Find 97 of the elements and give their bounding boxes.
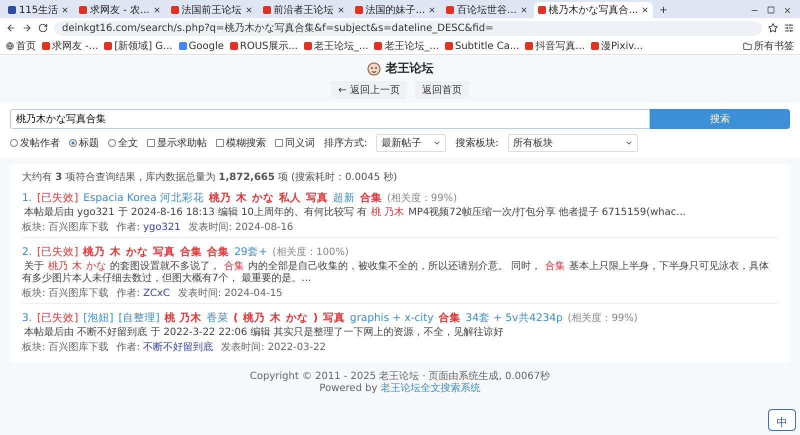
- site-favicon-icon: [354, 6, 363, 14]
- bookmark-item[interactable]: [新领域] G...: [104, 39, 173, 53]
- folder-icon: [743, 42, 752, 50]
- site-favicon-icon: [104, 42, 112, 50]
- board-meta: 板块: 百兴图库下载: [22, 286, 109, 300]
- close-tab-icon[interactable]: [336, 6, 345, 14]
- forward-icon[interactable]: [22, 23, 32, 33]
- maximize-icon[interactable]: [767, 6, 775, 14]
- ime-indicator[interactable]: 中: [768, 409, 796, 431]
- bookmark-item[interactable]: 抖音写真...: [525, 39, 585, 53]
- result-snippet: 本帖最后由 ygo321 于 2024-8-16 18:13 编辑 10上周年的、有何比较写 有 桃 乃木 MP4视频72帧压缩一次/打包分享 他者提子 6715159(whac...: [23, 207, 687, 219]
- author-meta: 作者: ZCxC: [116, 286, 170, 300]
- search-input[interactable]: 桃乃木かな写真合集: [10, 109, 650, 129]
- back-icon[interactable]: [6, 23, 16, 33]
- site-favicon-icon: [538, 6, 546, 14]
- site-favicon-icon: [590, 42, 599, 50]
- bookmark-item[interactable]: 漫Pixiv...: [590, 39, 643, 53]
- result-title[interactable]: 3. [已失效] [泡妞] [自整理] 桃 乃木 香菜 ( 桃乃 木 かな ) 写真 graphis + x-city 合集 34套 + 5v共4234p (相关度：99%): [22, 311, 778, 326]
- browser-tab[interactable]: 法国前王论坛: [166, 2, 257, 18]
- reload-icon[interactable]: [38, 23, 48, 33]
- sort-label: 排序方式:: [324, 136, 368, 150]
- browser-tab[interactable]: 桃乃木かな写真合...: [534, 2, 654, 18]
- bookmark-item[interactable]: 首页: [6, 39, 36, 53]
- site-favicon-icon: [8, 6, 16, 14]
- result-snippet: 本帖最后由 不断不好留到底 于 2022-3-22 22:06 编辑 其实只是整理了一下网上的资源，不全，见解往谅好: [23, 327, 505, 339]
- powered-by-text: Powered by 老王论坛全文搜索系统: [319, 383, 481, 395]
- board-label: 搜索板块:: [455, 136, 499, 150]
- chevron-down-icon: [433, 139, 442, 147]
- checkbox[interactable]: [275, 139, 283, 147]
- browser-tab[interactable]: 前沿者王论坛: [258, 2, 349, 18]
- radio-label: 标题: [79, 136, 99, 150]
- result-snippet: 关于 桃乃 木 かな 的套图设置就不多说了， 合集 内的全部是自己收集的，被收集不全的，所以还请别介意。 同时， 合集 基本上只限上半身，下半身只可见泳衣，具体有多少图片本人未仔细去数过，但图大概有7个， 最重要的是。...: [22, 261, 770, 285]
- result-title[interactable]: 1. [已失效] Espacia Korea 河北彩花 桃乃 木 かな 私人 写真 超新 合集 (相关度：99%): [22, 191, 778, 206]
- checkbox-label: 同义词: [285, 136, 315, 150]
- board-dropdown[interactable]: 所有板块: [508, 134, 638, 152]
- bookmark-item[interactable]: Google: [178, 40, 224, 52]
- nav-link[interactable]: 返回首页: [414, 81, 469, 99]
- new-tab-button[interactable]: +: [655, 2, 672, 18]
- radio-button[interactable]: [10, 139, 18, 147]
- browser-tab[interactable]: 115生活: [4, 2, 74, 18]
- nav-link[interactable]: ← 返回上一页: [331, 81, 407, 99]
- checkbox-label: 模糊搜索: [226, 136, 266, 150]
- address-bar[interactable]: deinkgt16.com/search/s.php?q=桃乃木かな写真合集&f=subject&s=dateline_DESC&fid=: [54, 20, 762, 36]
- close-tab-icon[interactable]: [428, 6, 436, 14]
- post-date: 发表时间: 2024-04-15: [178, 286, 283, 300]
- site-favicon-icon: [79, 6, 88, 14]
- browser-tab[interactable]: 法国的妹子...: [350, 2, 440, 18]
- bookmark-item[interactable]: 老王论坛_...: [304, 39, 368, 53]
- site-favicon-icon: [445, 42, 453, 50]
- author-link[interactable]: 不断不好留到底: [143, 342, 214, 353]
- radio-button[interactable]: [69, 139, 77, 147]
- site-favicon-icon: [304, 42, 312, 50]
- close-icon[interactable]: [783, 6, 792, 14]
- radio-label: 发帖作者: [20, 136, 60, 150]
- sort-dropdown[interactable]: 最新帖子: [376, 134, 446, 152]
- board-meta: 板块: 百兴图库下载: [22, 220, 109, 234]
- chevron-down-icon: [624, 139, 633, 147]
- post-date: 发表时间: 2024-08-16: [188, 220, 294, 234]
- author-meta: 作者: ygo321: [116, 220, 181, 234]
- site-favicon-icon: [170, 6, 179, 14]
- result-title[interactable]: 2. [已失效] 桃乃 木 かな 写真 合集 合集 29套+ (相关度：100%): [22, 245, 778, 260]
- close-tab-icon[interactable]: [61, 6, 70, 14]
- site-favicon-icon: [178, 42, 187, 50]
- radio-label: 全文: [118, 136, 138, 150]
- site-favicon-icon: [525, 42, 534, 50]
- bookmark-item[interactable]: Subtitle Ca...: [445, 40, 520, 52]
- author-meta: 作者: 不断不好留到底: [116, 340, 214, 354]
- author-link[interactable]: ygo321: [143, 222, 181, 233]
- site-favicon-icon: [230, 42, 238, 50]
- browser-tab[interactable]: 百论坛世谷...: [442, 2, 532, 18]
- close-tab-icon[interactable]: [641, 6, 650, 14]
- settings-icon[interactable]: [784, 23, 794, 33]
- close-tab-icon[interactable]: [152, 6, 161, 14]
- results-summary: 大约有 3 项符合查询结果，库内数据总量为 1,872,665 项 (搜索耗时：0.0045 秒): [22, 170, 398, 184]
- bookmark-star-icon[interactable]: [768, 23, 778, 33]
- all-bookmarks-item[interactable]: 所有书签: [743, 39, 794, 53]
- site-favicon-icon: [262, 6, 271, 14]
- browser-tab[interactable]: 求网友 - 农...: [75, 2, 165, 18]
- globe-icon: [6, 42, 14, 50]
- checkbox-label: 显示求助帖: [157, 136, 207, 150]
- bookmark-item[interactable]: 求网友 -...: [42, 39, 98, 53]
- post-date: 发表时间: 2022-03-22: [221, 340, 326, 354]
- bookmark-item[interactable]: 老王论坛_...: [374, 39, 439, 53]
- mascot-logo-icon: [366, 62, 380, 76]
- site-name: 老王论坛: [386, 60, 434, 77]
- site-favicon-icon: [42, 42, 50, 50]
- close-tab-icon[interactable]: [520, 6, 528, 14]
- bookmark-item[interactable]: ROUS展示...: [230, 39, 298, 53]
- author-link[interactable]: ZCxC: [143, 288, 170, 299]
- radio-button[interactable]: [108, 139, 116, 147]
- close-tab-icon[interactable]: [244, 6, 253, 14]
- checkbox[interactable]: [216, 139, 224, 147]
- board-meta: 板块: 百兴图库下载: [22, 340, 109, 354]
- site-favicon-icon: [374, 42, 382, 50]
- site-favicon-icon: [446, 6, 454, 14]
- checkbox[interactable]: [147, 139, 155, 147]
- copyright-text: Copyright © 2011 - 2025 老王论坛 · 页面由系统生成, 0.0067秒: [250, 371, 550, 382]
